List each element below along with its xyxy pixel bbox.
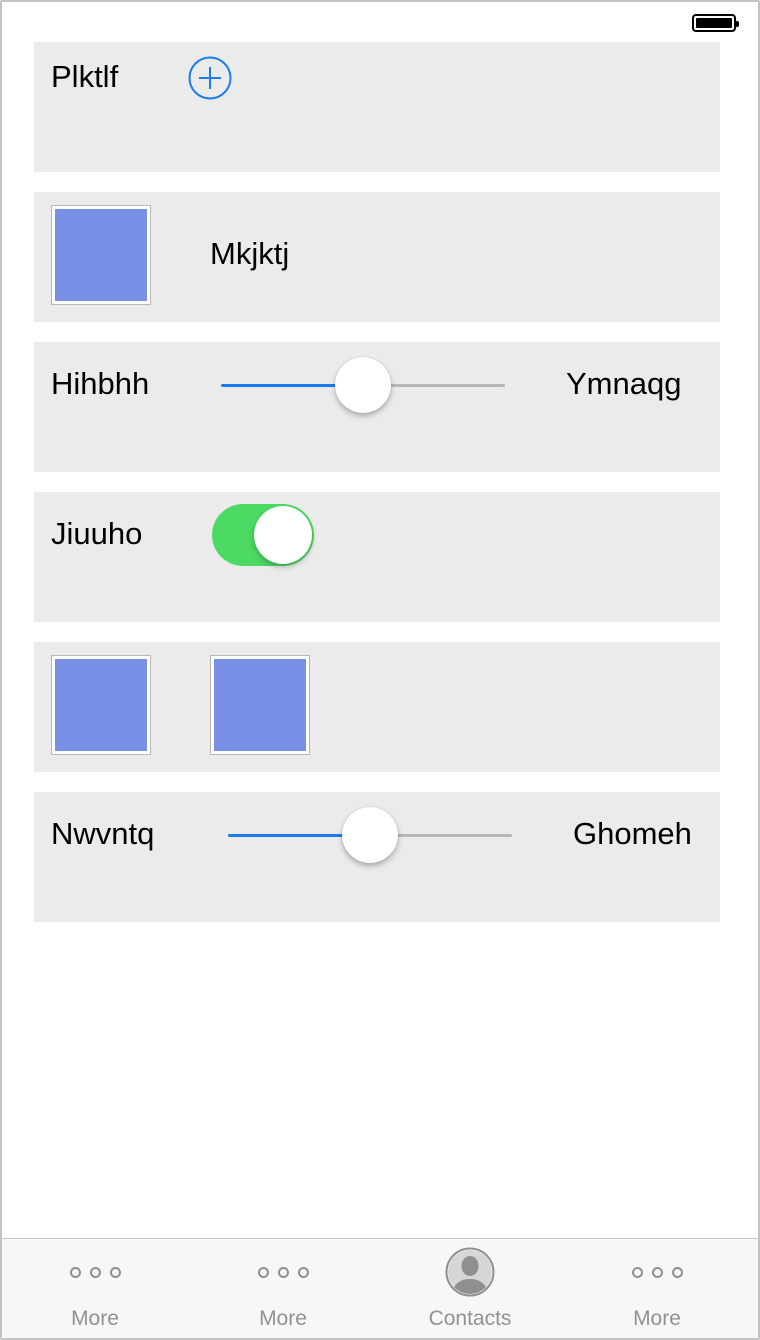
slider-thumb[interactable]: [342, 807, 398, 863]
tab-contacts[interactable]: Contacts: [410, 1239, 530, 1338]
color-swatch[interactable]: [51, 655, 151, 755]
more-dots-icon: [597, 1267, 717, 1281]
slider-thumb[interactable]: [335, 357, 391, 413]
tab-label: More: [259, 1307, 307, 1330]
row-slider-1: Hihbhh Ymnaqg: [34, 342, 720, 472]
row-mkjktj: Mkjktj: [34, 192, 720, 322]
row-swatches: [34, 642, 720, 772]
slider[interactable]: [221, 356, 505, 416]
row-jiuuho: Jiuuho: [34, 492, 720, 622]
tab-label: Contacts: [428, 1307, 512, 1330]
slider[interactable]: [228, 806, 512, 866]
row-label: Plktlf: [51, 59, 119, 94]
more-dots-icon: [223, 1267, 343, 1281]
tab-more-1[interactable]: More: [35, 1239, 155, 1338]
row-slider-2: Nwvntq Ghomeh: [34, 792, 720, 922]
more-dots-icon: [35, 1267, 155, 1281]
row-label: Mkjktj: [210, 236, 290, 271]
tab-label: More: [633, 1307, 681, 1330]
color-swatch[interactable]: [210, 655, 310, 755]
slider-min-label: Hihbhh: [51, 366, 150, 401]
slider-min-label: Nwvntq: [51, 816, 155, 851]
toggle-switch[interactable]: [212, 504, 314, 566]
slider-max-label: Ghomeh: [573, 816, 692, 851]
tab-more-2[interactable]: More: [223, 1239, 343, 1338]
battery-icon: [692, 14, 739, 32]
toggle-knob: [254, 506, 312, 564]
slider-max-label: Ymnaqg: [566, 366, 682, 401]
row-label: Jiuuho: [51, 516, 143, 551]
row-plktlf: Plktlf: [34, 42, 720, 172]
app-screen: Plktlf Mkjktj Hihbhh Ymnaqg Jiuuho Nwvnt…: [0, 0, 760, 1340]
tab-bar: More More Contacts More: [2, 1238, 758, 1338]
plus-circle-icon[interactable]: [188, 56, 232, 100]
tab-more-3[interactable]: More: [597, 1239, 717, 1338]
contact-person-icon: [445, 1247, 495, 1297]
tab-label: More: [71, 1307, 119, 1330]
color-swatch[interactable]: [51, 205, 151, 305]
